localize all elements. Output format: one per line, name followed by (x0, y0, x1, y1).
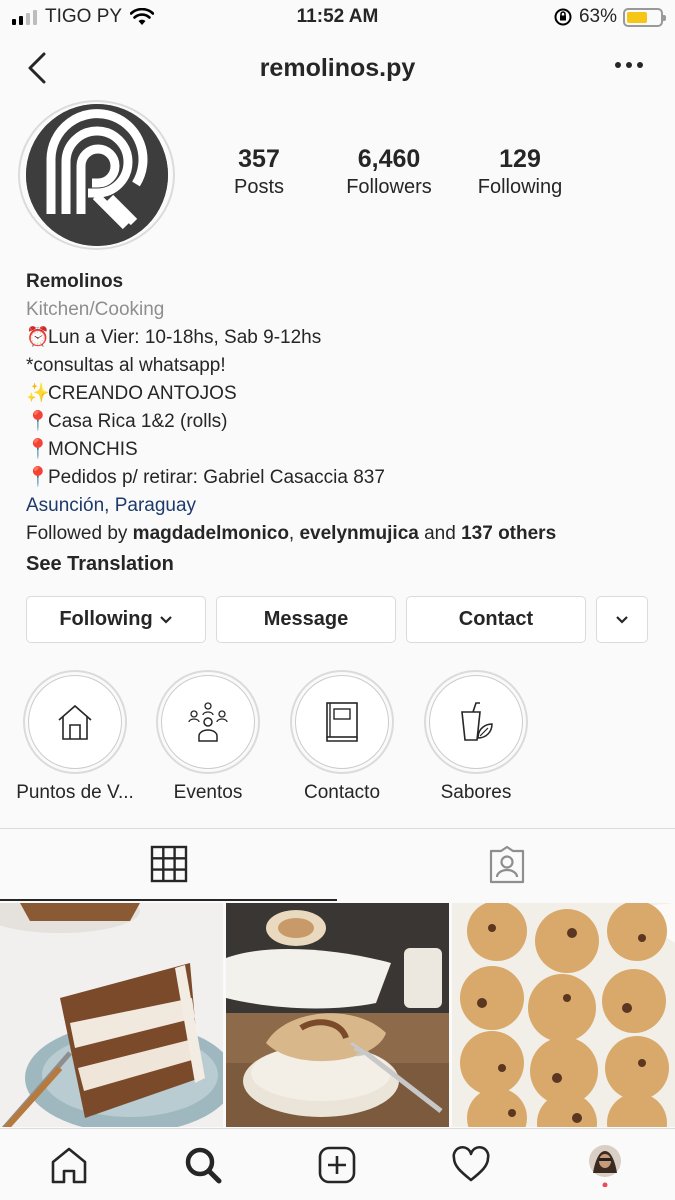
profile-avatar[interactable] (18, 100, 175, 250)
chevron-down-icon (616, 615, 628, 624)
highlight-label: Sabores (440, 782, 512, 803)
followers-stat[interactable]: 6,460 Followers (324, 145, 454, 199)
people-icon (188, 702, 228, 742)
bio-line: *consultas al whatsapp! (26, 355, 226, 376)
see-translation-link[interactable]: See Translation (26, 550, 656, 578)
profile-tabs (0, 828, 675, 902)
highlight-puntos-de-venta[interactable]: Puntos de V... (8, 670, 142, 804)
rotation-lock-icon (554, 8, 572, 26)
chevron-down-icon (159, 615, 172, 624)
highlight-contacto[interactable]: Contacto (275, 670, 409, 804)
profile-tab-avatar[interactable] (583, 1143, 627, 1187)
status-bar: TIGO PY 11:52 AM 63% (0, 0, 675, 36)
location-link[interactable]: Asunción, Paraguay (26, 492, 656, 520)
tab-grid[interactable] (0, 829, 337, 901)
grid-icon (150, 845, 187, 883)
profile-category: Kitchen/Cooking (26, 299, 165, 320)
username-title: remolinos.py (259, 54, 416, 82)
message-button[interactable]: Message (216, 596, 396, 643)
highlight-sabores[interactable]: Sabores (409, 670, 543, 804)
post-thumbnail-cinnamon-roll[interactable] (226, 903, 449, 1127)
home-icon[interactable] (47, 1143, 91, 1187)
pin-icon: 📍 (26, 411, 50, 432)
highlight-label: Contacto (303, 782, 381, 803)
followers-count: 6,460 (357, 145, 421, 173)
pin-icon: 📍 (26, 439, 50, 460)
contact-button[interactable]: Contact (406, 596, 586, 643)
battery-percent: 63% (578, 6, 617, 27)
add-post-icon[interactable] (315, 1143, 359, 1187)
alarm-clock-icon: ⏰ (26, 327, 50, 348)
followed-by[interactable]: Followed by magdadelmonico, evelynmujica… (26, 520, 656, 548)
post-thumbnail-cookies[interactable] (452, 903, 675, 1127)
bio-line: ⏰Lun a Vier: 10-18hs, Sab 9-12hs (26, 324, 656, 352)
heart-icon[interactable] (449, 1143, 493, 1187)
tagged-icon (489, 845, 524, 884)
drink-leaf-icon (461, 702, 493, 741)
more-options-icon[interactable] (615, 62, 643, 68)
posts-count: 357 (238, 145, 280, 173)
post-thumbnail-carrot-cake[interactable] (0, 903, 223, 1127)
profile-bio: Remolinos Kitchen/Cooking ⏰Lun a Vier: 1… (26, 268, 656, 578)
posts-stat[interactable]: 357 Posts (194, 145, 324, 199)
highlight-eventos[interactable]: Eventos (141, 670, 275, 804)
following-count: 129 (499, 145, 541, 173)
bio-line: 📍Casa Rica 1&2 (rolls) (26, 408, 656, 436)
search-icon[interactable] (181, 1143, 225, 1187)
post-grid (0, 903, 675, 1127)
following-button[interactable]: Following (26, 596, 206, 643)
pin-icon: 📍 (26, 467, 50, 488)
profile-actions: Following Message Contact (26, 596, 650, 644)
suggested-dropdown-button[interactable] (596, 596, 648, 643)
bio-line: 📍Pedidos p/ retirar: Gabriel Casaccia 83… (26, 464, 656, 492)
following-stat[interactable]: 129 Following (455, 145, 585, 199)
book-icon (326, 702, 358, 742)
tab-tagged[interactable] (338, 829, 675, 901)
battery-icon (623, 7, 666, 27)
bio-line: ✨CREANDO ANTOJOS (26, 380, 656, 408)
bio-line: 📍MONCHIS (26, 436, 656, 464)
posts-label: Posts (233, 176, 285, 198)
sparkles-icon: ✨ (26, 383, 50, 404)
remolinos-logo (25, 104, 168, 246)
highlight-label: Eventos (173, 782, 243, 803)
profile-name: Remolinos (26, 271, 124, 292)
profile-header: remolinos.py (0, 40, 675, 98)
highlight-label: Puntos de V... (16, 782, 134, 803)
house-icon (58, 704, 92, 740)
notification-dot (602, 1182, 608, 1187)
bottom-nav (0, 1128, 675, 1200)
followers-label: Followers (346, 176, 432, 198)
following-label: Following (477, 176, 563, 198)
